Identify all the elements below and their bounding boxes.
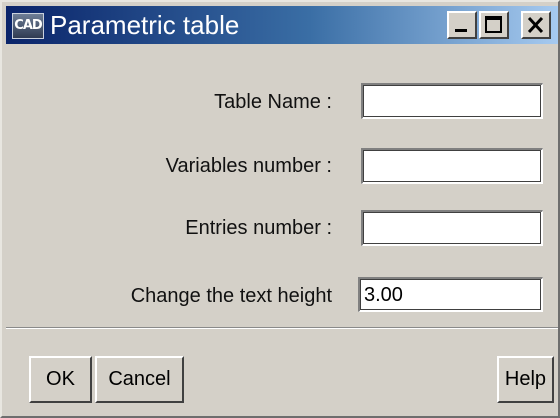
variables-number-input[interactable] [361,148,543,184]
entries-number-input[interactable] [361,210,543,246]
close-button[interactable] [521,11,551,39]
title-bar[interactable]: CAD Parametric table [6,6,558,44]
ok-button[interactable]: OK [29,356,92,403]
entries-number-label: Entries number : [185,217,332,239]
help-button[interactable]: Help [497,356,554,403]
cad-app-icon[interactable]: CAD [12,13,44,39]
table-name-input[interactable] [361,83,543,119]
button-divider [6,327,558,329]
maximize-button[interactable] [479,11,509,39]
window-title: Parametric table [50,10,240,40]
minimize-icon [455,29,467,32]
text-height-input[interactable] [358,277,543,312]
close-icon [527,16,544,34]
text-height-label: Change the text height [130,285,332,307]
cancel-button[interactable]: Cancel [95,356,184,403]
table-name-label: Table Name : [214,91,332,113]
variables-number-label: Variables number : [165,155,332,177]
minimize-button[interactable] [447,11,477,39]
maximize-icon [485,16,502,33]
parametric-table-dialog: CAD Parametric table Table Name : Variab… [0,0,560,418]
